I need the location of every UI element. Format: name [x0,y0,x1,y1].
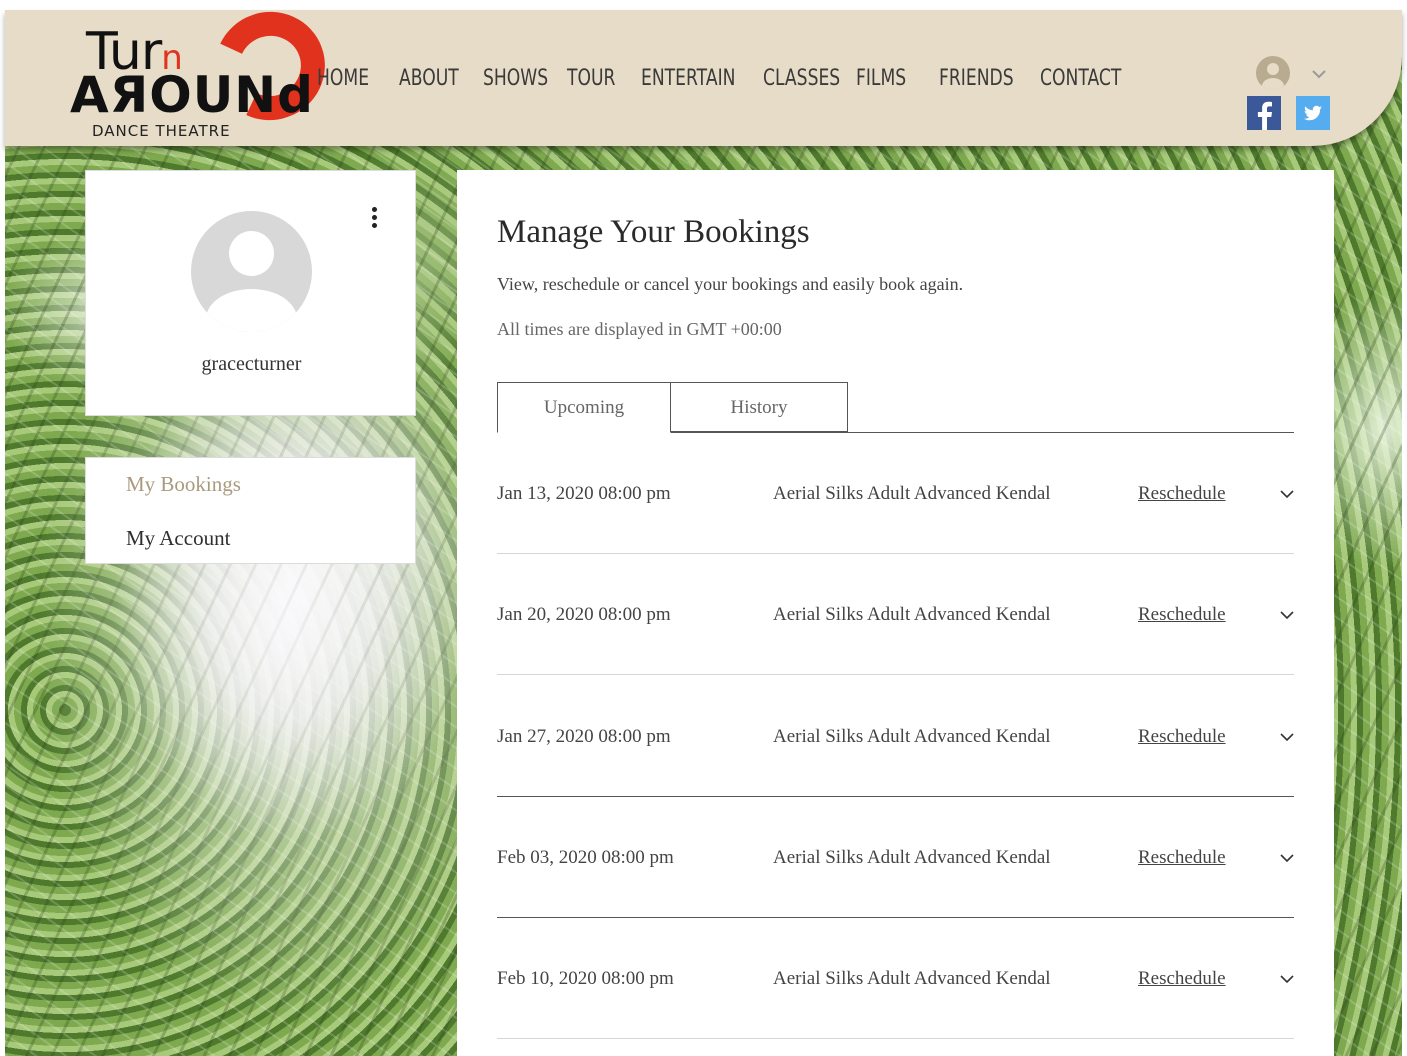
nav-shows[interactable]: Shows [483,62,549,96]
nav-contact[interactable]: Contact [1040,62,1121,96]
nav-friends[interactable]: Friends [939,62,1018,96]
page-title: Manage Your Bookings [497,214,810,250]
nav-about[interactable]: About [399,62,465,96]
booking-row[interactable]: Jan 13, 2020 08:00 pm Aerial Silks Adult… [497,433,1294,554]
more-options-icon[interactable] [366,207,382,235]
booking-service: Aerial Silks Adult Advanced Kendal [773,968,1051,989]
twitter-icon[interactable] [1296,96,1330,130]
account-side-menu: My Bookings My Account [85,457,416,564]
chevron-down-icon[interactable] [1278,606,1296,624]
row-divider [497,674,1294,675]
tab-history[interactable]: History [671,382,848,432]
site-header: Turn AЯOUNd DANCE THEATRE Home About Sho… [5,0,1402,146]
chevron-down-icon[interactable] [1278,728,1296,746]
booking-service: Aerial Silks Adult Advanced Kendal [773,726,1051,747]
main-nav: Home About Shows Tour Entertain Classes … [317,62,1130,96]
booking-row[interactable]: Feb 10, 2020 08:00 pm Aerial Silks Adult… [497,918,1294,1039]
booking-row[interactable]: Jan 20, 2020 08:00 pm Aerial Silks Adult… [497,554,1294,675]
booking-date: Jan 20, 2020 08:00 pm [497,604,671,625]
reschedule-link[interactable]: Reschedule [1138,676,1226,797]
booking-service: Aerial Silks Adult Advanced Kendal [773,604,1051,625]
nav-films[interactable]: Films [856,62,921,96]
booking-date: Jan 27, 2020 08:00 pm [497,726,671,747]
reschedule-link[interactable]: Reschedule [1138,554,1226,675]
logo-subtitle: DANCE THEATRE [92,122,231,140]
booking-service: Aerial Silks Adult Advanced Kendal [773,483,1051,504]
booking-service: Aerial Silks Adult Advanced Kendal [773,847,1051,868]
reschedule-link[interactable]: Reschedule [1138,918,1226,1039]
reschedule-link[interactable]: Reschedule [1138,433,1226,554]
bookings-panel: Manage Your Bookings View, reschedule or… [457,170,1334,1056]
chevron-down-icon[interactable] [1310,65,1328,83]
logo-word-around: AЯOUNd [70,66,314,124]
nav-entertain[interactable]: Entertain [641,62,736,96]
booking-row[interactable]: Feb 03, 2020 08:00 pm Aerial Silks Adult… [497,797,1294,918]
nav-tour[interactable]: Tour [567,62,625,96]
facebook-icon[interactable] [1247,96,1281,130]
profile-card: gracecturner [85,170,416,416]
booking-date: Feb 03, 2020 08:00 pm [497,847,674,868]
booking-row[interactable]: Jan 27, 2020 08:00 pm Aerial Silks Adult… [497,676,1294,797]
chevron-down-icon[interactable] [1278,970,1296,988]
menu-item-my-bookings[interactable]: My Bookings [126,472,241,497]
nav-home[interactable]: Home [317,62,381,96]
user-avatar-icon[interactable] [1256,56,1290,90]
reschedule-link[interactable]: Reschedule [1138,797,1226,918]
menu-item-my-account[interactable]: My Account [126,526,230,551]
booking-date: Feb 10, 2020 08:00 pm [497,968,674,989]
site-logo[interactable]: Turn AЯOUNd DANCE THEATRE [68,0,341,140]
tab-upcoming[interactable]: Upcoming [497,382,671,433]
booking-date: Jan 13, 2020 08:00 pm [497,483,671,504]
row-divider [497,1038,1294,1039]
chevron-down-icon[interactable] [1278,849,1296,867]
timezone-note: All times are displayed in GMT +00:00 [497,319,782,339]
page-subtitle: View, reschedule or cancel your bookings… [497,274,964,294]
chevron-down-icon[interactable] [1278,485,1296,503]
nav-classes[interactable]: Classes [763,62,840,96]
profile-username: gracecturner [201,353,302,375]
profile-avatar-icon[interactable] [191,211,312,332]
